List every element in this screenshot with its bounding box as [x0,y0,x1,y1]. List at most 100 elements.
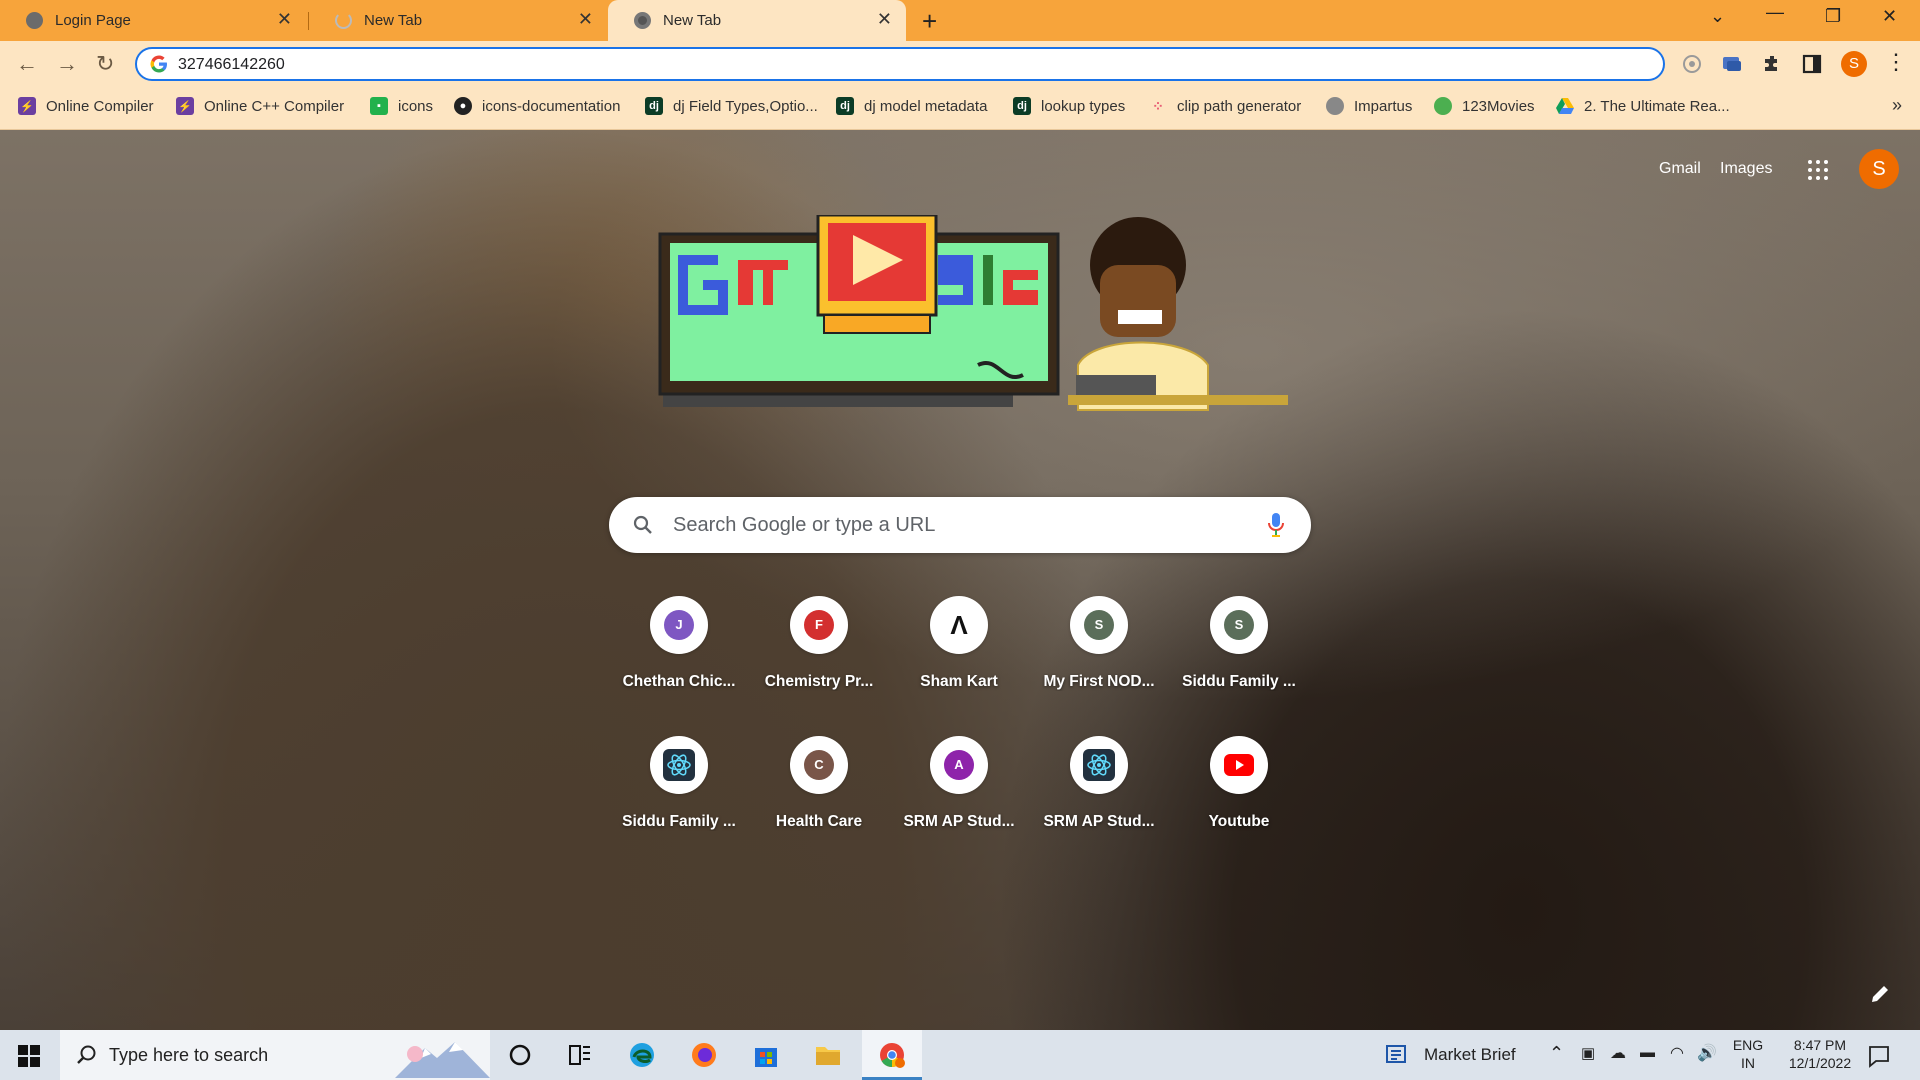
lang-code: ENG [1732,1037,1764,1053]
drive-icon [1556,97,1574,115]
market-brief-label[interactable]: Market Brief [1424,1045,1516,1065]
chrome-icon [634,12,651,29]
kebab-menu-icon[interactable]: ⋮ [1885,49,1907,75]
shortcut-icon [650,736,708,794]
firefox-icon[interactable] [690,1041,718,1069]
bookmark-ultimate-rea[interactable]: 2. The Ultimate Rea... [1556,97,1730,115]
tab-new-tab-active[interactable]: New Tab ✕ [608,0,906,41]
shortcut-tile[interactable]: A SRM AP Stud... [899,736,1019,846]
search-highlight-mountain-icon [395,1034,490,1078]
new-tab-plus-icon[interactable]: + [922,6,937,37]
movies-icon [1434,97,1452,115]
bookmark-label: clip path generator [1177,97,1302,115]
forward-arrow-icon[interactable]: → [56,51,78,77]
minimize-icon[interactable]: — [1766,2,1784,23]
bookmark-123movies[interactable]: 123Movies [1434,97,1535,115]
tray-chevron-up-icon[interactable]: ⌃ [1549,1043,1564,1064]
news-icon[interactable] [1385,1043,1409,1067]
customize-pencil-icon[interactable] [1868,982,1892,1006]
bookmark-dj-field-types[interactable]: dj dj Field Types,Optio... [645,97,818,115]
taskbar-search-box[interactable]: Type here to search [60,1030,490,1080]
letter-avatar: F [804,610,834,640]
bookmarks-overflow-icon[interactable]: » [1892,95,1902,116]
bookmark-label: lookup types [1041,97,1126,115]
browser-toolbar: ← → ↻ 327466142260 S ⋮ [0,41,1920,87]
address-bar[interactable]: 327466142260 [135,47,1665,81]
bookmark-dj-model-metadata[interactable]: dj dj model metadata [836,97,987,115]
shortcut-label: Siddu Family ... [1182,673,1296,690]
battery-icon[interactable]: ▬ [1640,1044,1655,1061]
shortcut-tile[interactable]: Youtube [1179,736,1299,846]
ntp-search-box[interactable] [609,497,1311,553]
close-icon[interactable]: ✕ [277,9,292,30]
profile-avatar[interactable]: S [1841,51,1867,77]
window-close-icon[interactable]: ✕ [1882,6,1897,27]
onedrive-cloud-icon[interactable]: ☁ [1610,1043,1626,1063]
wifi-icon[interactable]: ◠ [1670,1043,1684,1063]
search-input[interactable] [673,511,1233,539]
microsoft-store-icon[interactable] [752,1041,780,1069]
bookmark-impartus[interactable]: Impartus [1326,97,1412,115]
shortcut-icon [1210,736,1268,794]
shortcut-tile[interactable]: J Chethan Chic... [619,596,739,706]
sham-kart-logo-icon: Λ [950,610,968,640]
meeting-icon[interactable]: ▣ [1581,1044,1595,1062]
reload-icon[interactable]: ↻ [96,51,114,77]
google-g-icon [150,55,167,73]
task-view-icon[interactable] [566,1041,594,1069]
shortcut-label: Siddu Family ... [622,813,736,830]
cortana-icon[interactable] [506,1041,534,1069]
bookmark-lookup-types[interactable]: dj lookup types [1013,97,1125,115]
bookmark-online-compiler[interactable]: ⚡ Online Compiler [18,97,154,115]
shortcut-tile[interactable]: F Chemistry Pr... [759,596,879,706]
bookmark-icons-documentation[interactable]: ● icons-documentation [454,97,620,115]
shortcut-tile[interactable]: Siddu Family ... [619,736,739,846]
bookmark-label: 123Movies [1462,97,1535,115]
side-panel-icon[interactable] [1801,53,1823,75]
shortcut-tile[interactable]: C Health Care [759,736,879,846]
back-arrow-icon[interactable]: ← [16,51,38,77]
bookmarks-bar: ⚡ Online Compiler ⚡ Online C++ Compiler … [0,87,1920,130]
icons-app-icon: ▪ [370,97,388,115]
tab-title: New Tab [364,12,423,29]
taskbar-search-text: Type here to search [109,1045,269,1065]
clock-time: 8:47 PM [1793,1037,1847,1053]
edge-icon[interactable] [628,1041,656,1069]
google-doodle-image[interactable] [638,215,1290,440]
google-apps-grid-icon[interactable] [1808,160,1828,180]
shortcut-tile[interactable]: S My First NOD... [1039,596,1159,706]
volume-icon[interactable]: 🔊 [1697,1043,1717,1063]
close-icon[interactable]: ✕ [877,9,892,30]
close-icon[interactable]: ✕ [578,9,593,30]
shortcut-tile[interactable]: SRM AP Stud... [1039,736,1159,846]
notification-center-icon[interactable] [1867,1044,1891,1068]
shortcut-icon: Λ [930,596,988,654]
clock[interactable]: 8:47 PM 12/1/2022 [1772,1036,1868,1072]
images-link[interactable]: Images [1720,160,1772,178]
chrome-icon [880,1043,905,1068]
gmail-link[interactable]: Gmail [1659,160,1701,178]
letter-avatar: C [804,750,834,780]
tab-new-tab-1[interactable]: New Tab ✕ [309,0,607,41]
shortcut-icon: S [1210,596,1268,654]
dots-icon: ⁘ [1152,97,1164,114]
chrome-taskbar-active[interactable] [862,1030,922,1080]
language-indicator[interactable]: ENG IN [1728,1036,1768,1072]
extension-screen-icon[interactable] [1721,53,1743,75]
bookmark-clip-path-generator[interactable]: ⁘ clip path generator [1149,97,1301,115]
bookmark-icons[interactable]: ▪ icons [370,97,433,115]
file-explorer-icon[interactable] [814,1041,842,1069]
account-avatar[interactable]: S [1859,149,1899,189]
shortcut-icon [1070,736,1128,794]
tab-search-chevron-icon[interactable]: ⌄ [1710,6,1725,27]
extensions-puzzle-icon[interactable] [1761,53,1783,75]
shortcut-tile[interactable]: S Siddu Family ... [1179,596,1299,706]
extension-ai-icon[interactable] [1681,53,1703,75]
shortcut-tile[interactable]: Λ Sham Kart [899,596,1019,706]
microphone-icon[interactable] [1268,512,1284,538]
tab-title: New Tab [663,12,722,29]
restore-icon[interactable]: ❐ [1825,6,1841,27]
bookmark-online-cpp-compiler[interactable]: ⚡ Online C++ Compiler [176,97,344,115]
windows-start-icon[interactable] [18,1045,40,1067]
tab-login-page[interactable]: Login Page ✕ [0,0,306,41]
